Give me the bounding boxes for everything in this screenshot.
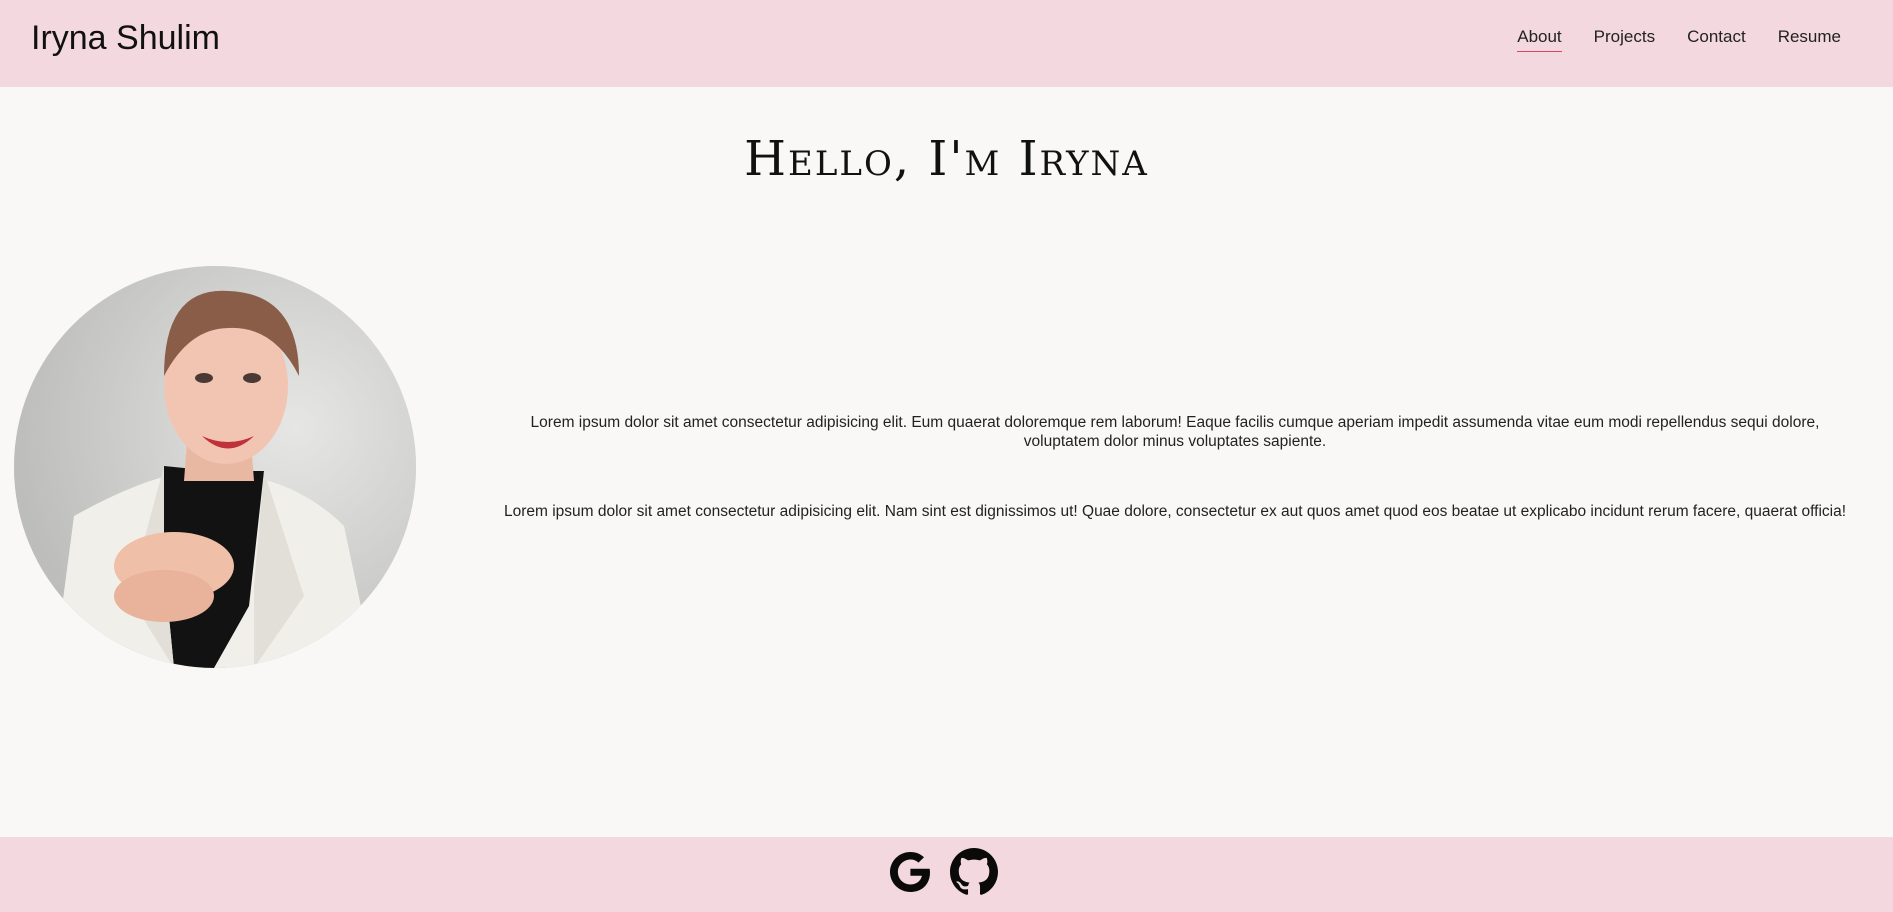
social-links [886,848,998,896]
profile-photo [14,266,416,668]
about-paragraph-2: Lorem ipsum dolor sit amet consectetur a… [503,503,1847,520]
about-paragraph-1: Lorem ipsum dolor sit amet consectetur a… [530,414,1820,450]
nav-link-projects[interactable]: Projects [1594,25,1655,52]
github-icon[interactable] [950,848,998,896]
main-nav: About Projects Contact Resume [1517,25,1841,52]
page-title: Hello, I'm Iryna [744,131,1149,187]
nav-link-contact[interactable]: Contact [1687,25,1746,52]
google-icon[interactable] [886,848,934,896]
nav-link-about[interactable]: About [1517,25,1562,52]
about-section: Lorem ipsum dolor sit amet consectetur a… [500,413,1850,572]
nav-link-resume[interactable]: Resume [1778,25,1841,52]
site-header: Iryna Shulim About Projects Contact Resu… [0,0,1893,87]
site-brand[interactable]: Iryna Shulim [31,18,220,58]
